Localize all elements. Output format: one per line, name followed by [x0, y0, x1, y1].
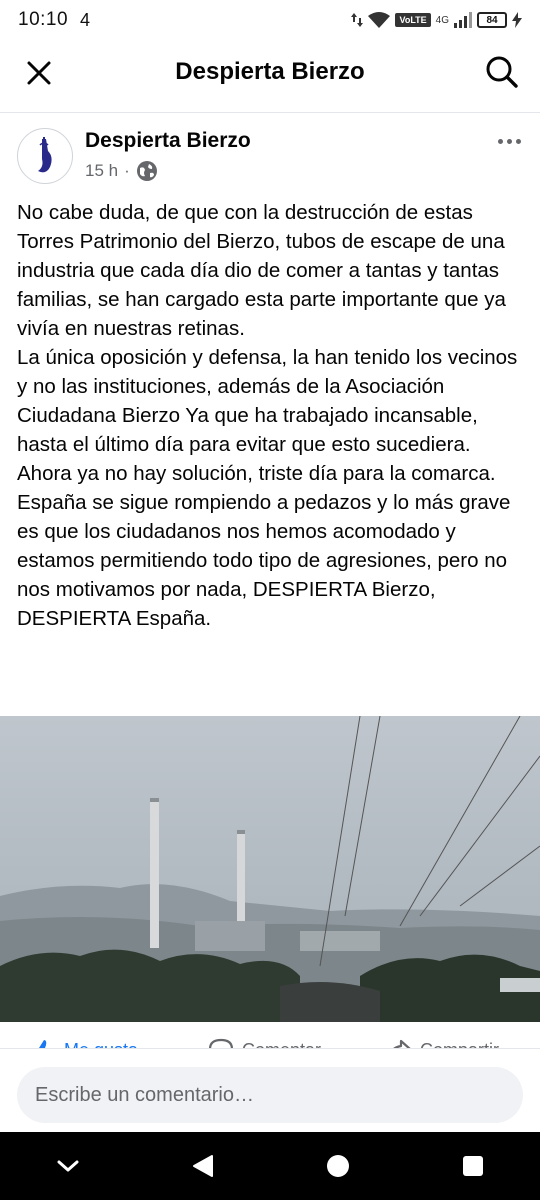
post-header: Despierta Bierzo 15 h ·	[0, 118, 540, 194]
post-meta: 15 h ·	[85, 160, 158, 182]
status-notification-count: 4	[80, 9, 91, 30]
data-transfer-icon	[351, 13, 364, 27]
post-paragraph: La única oposición y defensa, la han ten…	[17, 346, 518, 630]
network-type: 4G	[435, 14, 449, 26]
post-time[interactable]: 15 h	[85, 161, 118, 181]
nav-home-button[interactable]	[308, 1136, 368, 1196]
nav-recents-button[interactable]	[443, 1136, 503, 1196]
more-dot-icon	[497, 138, 503, 144]
battery-indicator: 84	[477, 12, 507, 28]
home-circle-icon	[326, 1155, 349, 1177]
status-icons: VoLTE 4G 84	[351, 12, 522, 28]
comment-bar: Escribe un comentario…	[0, 1048, 540, 1132]
status-time: 10:10	[18, 9, 69, 30]
more-dot-icon	[506, 138, 512, 144]
nav-collapse-button[interactable]	[38, 1136, 98, 1196]
page-logo-icon	[38, 137, 52, 173]
system-nav-bar	[0, 1132, 540, 1200]
comment-input[interactable]: Escribe un comentario…	[17, 1067, 523, 1123]
signal-icon	[454, 12, 472, 28]
more-dot-icon	[515, 138, 521, 144]
globe-icon	[136, 161, 157, 181]
volte-badge: VoLTE	[395, 13, 431, 27]
header-divider	[0, 112, 540, 113]
post-paragraph: No cabe duda, de que con la destrucción …	[17, 201, 506, 340]
avatar[interactable]	[17, 128, 73, 184]
wifi-icon	[368, 12, 391, 28]
search-button[interactable]	[484, 54, 520, 90]
back-triangle-icon	[192, 1155, 213, 1177]
close-button[interactable]	[22, 56, 56, 90]
app-header: Despierta Bierzo	[0, 40, 540, 104]
post-text: No cabe duda, de que con la destrucción …	[17, 198, 523, 633]
charging-icon	[512, 12, 522, 28]
search-icon	[486, 56, 518, 88]
status-bar: 10:10 4 VoLTE 4G 84	[0, 0, 540, 40]
recents-square-icon	[462, 1156, 483, 1176]
close-icon	[27, 61, 51, 85]
page-title: Despierta Bierzo	[175, 58, 365, 85]
chevron-down-icon	[57, 1160, 78, 1172]
post-author[interactable]: Despierta Bierzo	[85, 129, 251, 153]
meta-separator: ·	[124, 161, 130, 180]
nav-back-button[interactable]	[173, 1136, 233, 1196]
post-photo[interactable]	[0, 716, 540, 1022]
post-options-button[interactable]	[494, 126, 524, 156]
photo-chimneys-landscape	[0, 716, 540, 1022]
